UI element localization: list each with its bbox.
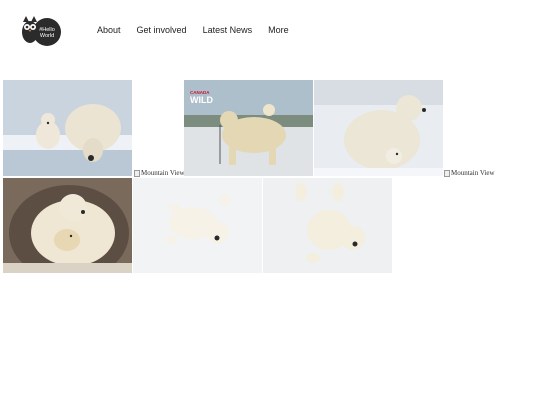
watermark-wild: WILD [190, 95, 213, 105]
photo-gallery: Mountain View CANADA WILD Mountain View [0, 0, 540, 405]
broken-image-alt: Mountain View [141, 169, 185, 177]
broken-image-icon [444, 169, 450, 177]
broken-image-1[interactable]: Mountain View [134, 169, 185, 177]
gallery-photo-4[interactable] [3, 178, 132, 273]
broken-image-icon [134, 169, 140, 177]
gallery-photo-3[interactable] [314, 80, 443, 176]
gallery-photo-2[interactable]: CANADA WILD [184, 80, 313, 176]
gallery-photo-1[interactable] [3, 80, 132, 176]
broken-image-2[interactable]: Mountain View [444, 169, 495, 177]
gallery-photo-5[interactable] [133, 178, 262, 273]
broken-image-alt: Mountain View [451, 169, 495, 177]
gallery-photo-6[interactable] [263, 178, 392, 273]
